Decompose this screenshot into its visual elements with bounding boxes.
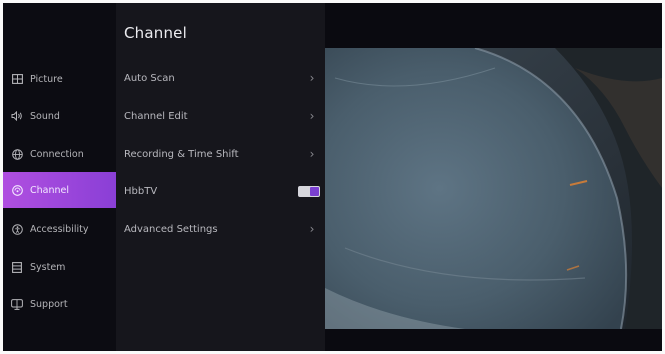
- live-tv-preview: [325, 48, 662, 329]
- menu-item-label: Channel Edit: [124, 110, 188, 122]
- menu-item-label: Auto Scan: [124, 72, 175, 84]
- sidebar-item-label: Support: [30, 298, 68, 310]
- hbbtv-toggle[interactable]: [298, 185, 320, 197]
- settings-sidebar: Picture Sound Connection Channel Accessi…: [3, 3, 116, 351]
- page-title: Channel: [124, 24, 187, 42]
- sidebar-item-picture[interactable]: Picture: [3, 61, 116, 97]
- menu-item-recording-time-shift[interactable]: Recording & Time Shift ›: [116, 137, 325, 171]
- chevron-right-icon: ›: [309, 109, 315, 123]
- chevron-right-icon: ›: [309, 147, 315, 161]
- sidebar-item-connection[interactable]: Connection: [3, 136, 116, 172]
- channel-icon: [10, 183, 24, 197]
- sidebar-item-label: Accessibility: [30, 223, 89, 235]
- sidebar-item-support[interactable]: Support: [3, 286, 116, 322]
- picture-icon: [10, 72, 24, 86]
- globe-icon: [10, 147, 24, 161]
- preview-image: [325, 48, 662, 329]
- system-icon: [10, 260, 24, 274]
- sound-icon: [10, 109, 24, 123]
- support-icon: [10, 297, 24, 311]
- sidebar-item-label: Picture: [30, 73, 63, 85]
- menu-item-label: HbbTV: [124, 185, 158, 197]
- chevron-right-icon: ›: [309, 222, 315, 236]
- menu-item-hbbtv[interactable]: HbbTV: [116, 174, 325, 208]
- tv-settings-screen: Picture Sound Connection Channel Accessi…: [3, 3, 662, 351]
- sidebar-item-label: Connection: [30, 148, 84, 160]
- sidebar-item-system[interactable]: System: [3, 249, 116, 285]
- menu-item-advanced-settings[interactable]: Advanced Settings ›: [116, 212, 325, 246]
- sidebar-item-label: Channel: [30, 184, 70, 196]
- toggle-knob: [310, 186, 319, 196]
- sidebar-item-accessibility[interactable]: Accessibility: [3, 211, 116, 247]
- accessibility-icon: [10, 222, 24, 236]
- chevron-right-icon: ›: [309, 71, 315, 85]
- menu-item-auto-scan[interactable]: Auto Scan ›: [116, 61, 325, 95]
- sidebar-item-sound[interactable]: Sound: [3, 98, 116, 134]
- sidebar-item-label: System: [30, 261, 66, 273]
- sidebar-item-label: Sound: [30, 110, 60, 122]
- menu-item-label: Advanced Settings: [124, 223, 218, 235]
- menu-item-channel-edit[interactable]: Channel Edit ›: [116, 99, 325, 133]
- sidebar-item-channel[interactable]: Channel: [3, 172, 116, 208]
- menu-item-label: Recording & Time Shift: [124, 148, 239, 160]
